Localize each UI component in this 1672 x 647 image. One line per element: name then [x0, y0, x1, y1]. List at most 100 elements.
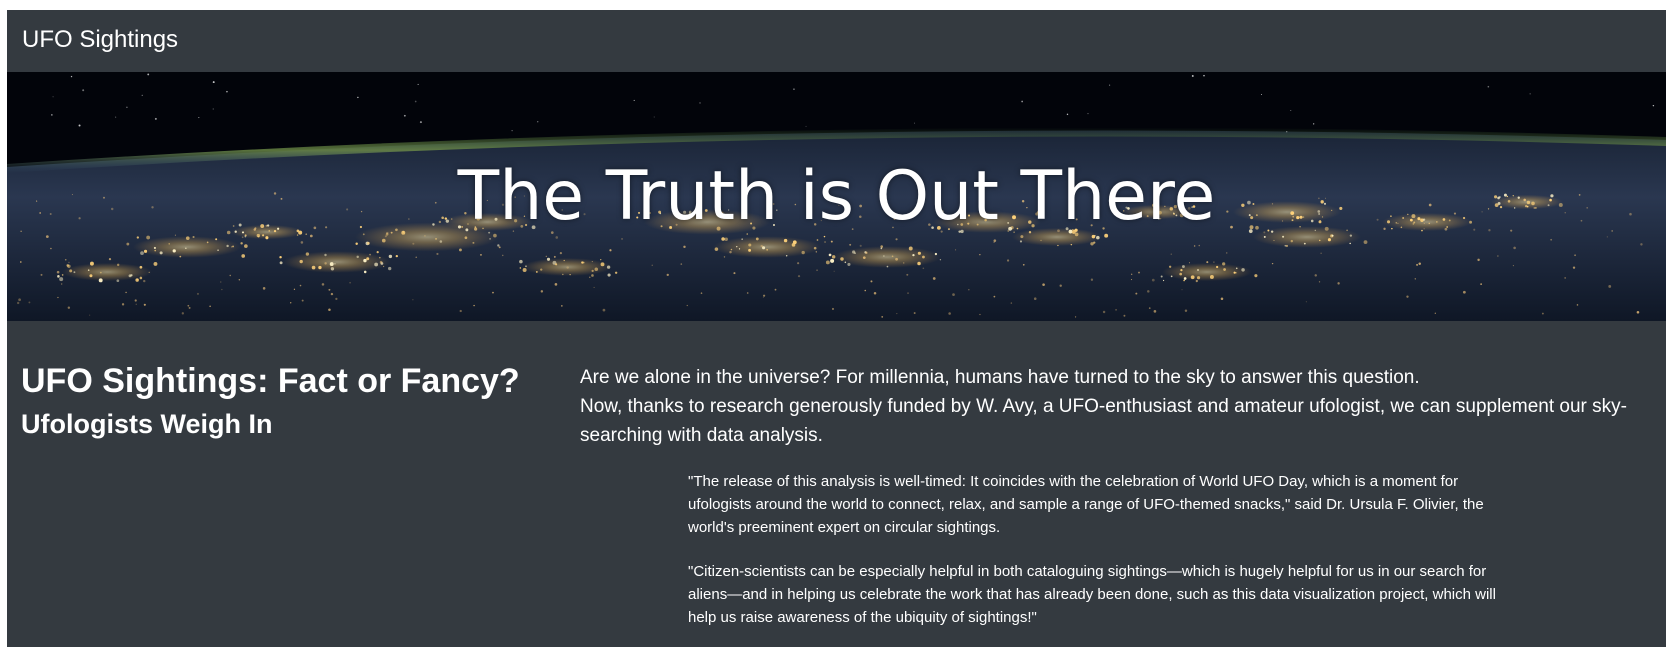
city-light-dot: [121, 303, 125, 306]
city-light-dot: [540, 290, 544, 293]
city-light-dot: [1057, 244, 1059, 247]
city-light-dot: [179, 255, 182, 258]
hero-banner: The Truth is Out There: [7, 72, 1666, 321]
city-light-dot: [569, 274, 571, 276]
city-light-dot: [241, 254, 246, 258]
city-light-dot: [1574, 254, 1576, 257]
city-light-dot: [922, 255, 925, 259]
star-dot: [419, 121, 422, 124]
city-light-dot: [736, 245, 738, 248]
city-light-dot: [374, 262, 379, 267]
city-light-dot: [948, 312, 951, 315]
city-light-dot: [824, 241, 826, 243]
city-light-dot: [140, 251, 144, 256]
city-light-dot: [847, 262, 851, 266]
city-light-dot: [135, 278, 139, 282]
star-dot: [913, 122, 915, 124]
city-light-dot: [763, 294, 766, 297]
star-dot: [226, 90, 228, 93]
city-light-dot: [917, 261, 921, 266]
navbar-brand-link[interactable]: UFO Sightings: [22, 26, 178, 54]
city-light-dot: [1640, 243, 1643, 246]
navbar: UFO Sightings: [7, 10, 1666, 73]
city-light-dot: [1434, 312, 1436, 314]
city-light-dot: [136, 236, 139, 239]
star-dot: [1652, 104, 1655, 107]
city-light-glow: [283, 251, 391, 273]
city-light-dot: [335, 297, 338, 301]
city-light-dot: [1222, 262, 1226, 266]
city-light-dot: [1183, 279, 1185, 282]
city-light-dot: [436, 252, 439, 256]
city-light-dot: [1170, 275, 1173, 278]
city-light-dot: [913, 312, 916, 315]
city-light-dot: [614, 271, 618, 274]
city-light-dot: [290, 302, 292, 304]
star-dot: [537, 121, 539, 123]
city-light-dot: [519, 259, 523, 264]
city-light-dot: [932, 277, 936, 280]
city-light-dot: [367, 241, 370, 245]
city-light-dot: [955, 249, 957, 251]
city-light-dot: [1209, 275, 1214, 279]
city-light-dot: [492, 291, 494, 294]
city-light-dot: [1022, 263, 1025, 266]
city-light-dot: [1006, 259, 1010, 262]
city-light-dot: [602, 308, 606, 312]
city-light-dot: [1190, 275, 1195, 280]
city-light-dot: [196, 292, 199, 295]
city-light-dot: [67, 306, 71, 309]
city-light-dot: [148, 271, 150, 273]
city-light-dot: [746, 292, 749, 294]
city-light-dot: [724, 237, 728, 242]
city-light-dot: [108, 257, 112, 261]
city-light-dot: [99, 271, 102, 274]
city-light-dot: [1233, 271, 1236, 274]
city-light-dot: [388, 254, 393, 259]
city-light-dot: [153, 246, 156, 250]
city-light-dot: [922, 267, 925, 270]
star-dot: [198, 117, 200, 119]
city-light-dot: [153, 261, 158, 266]
city-light-dot: [328, 288, 331, 291]
city-light-dot: [816, 239, 819, 241]
city-light-dot: [906, 273, 909, 276]
city-light-dot: [187, 304, 190, 307]
city-light-dot: [535, 271, 538, 273]
city-light-dot: [125, 291, 127, 294]
city-light-dot: [192, 235, 195, 239]
city-light-dot: [143, 303, 146, 306]
city-light-dot: [594, 267, 599, 272]
city-light-dot: [1418, 262, 1421, 266]
city-light-dot: [545, 255, 547, 257]
city-light-dot: [1184, 309, 1188, 312]
city-light-dot: [1019, 240, 1023, 243]
city-light-dot: [330, 292, 334, 296]
city-light-dot: [116, 279, 120, 283]
city-light-dot: [1181, 289, 1183, 291]
city-light-dot: [379, 260, 383, 264]
city-light-dot: [1196, 276, 1201, 280]
star-dot: [154, 117, 157, 120]
city-light-dot: [40, 273, 43, 276]
city-light-dot: [229, 274, 231, 277]
city-light-dot: [792, 240, 797, 245]
city-light-dot: [917, 251, 921, 255]
city-light-dot: [1198, 244, 1201, 247]
city-light-dot: [1226, 252, 1228, 254]
star-dot: [511, 129, 513, 132]
city-light-dot: [1606, 236, 1608, 238]
city-light-dot: [159, 251, 163, 255]
city-light-dot: [1162, 279, 1165, 282]
city-light-dot: [1102, 310, 1106, 314]
city-light-dot: [714, 247, 719, 251]
city-light-dot: [733, 272, 736, 275]
city-light-dot: [880, 245, 884, 248]
city-light-dot: [1206, 261, 1209, 264]
city-light-dot: [748, 248, 751, 252]
city-light-dot: [1195, 279, 1198, 283]
city-light-dot: [546, 257, 551, 261]
city-light-dot: [1512, 265, 1514, 267]
city-light-dot: [349, 281, 351, 284]
city-light-dot: [1608, 285, 1612, 288]
